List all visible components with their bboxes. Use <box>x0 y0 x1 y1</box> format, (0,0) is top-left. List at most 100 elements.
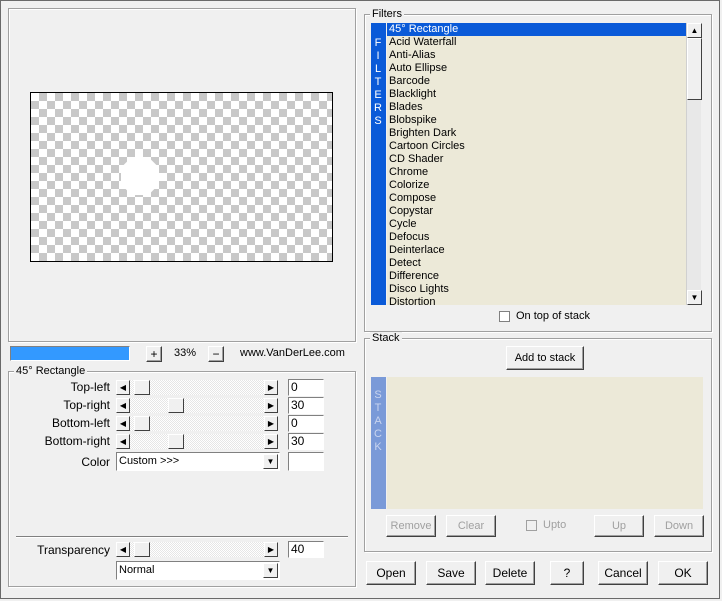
top-right-field[interactable]: 30 <box>288 397 324 414</box>
bottom-left-slider-thumb[interactable] <box>134 416 150 431</box>
preview-canvas[interactable] <box>30 92 333 262</box>
filter-list-item[interactable]: Anti-Alias <box>387 49 686 62</box>
top-right-right-arrow-icon[interactable]: ▶ <box>264 398 278 413</box>
bottom-left-right-arrow-icon[interactable]: ▶ <box>264 416 278 431</box>
top-left-slider-track[interactable] <box>130 380 264 395</box>
filter-list-item[interactable]: Disco Lights <box>387 283 686 296</box>
upto-label: Upto <box>543 519 567 531</box>
bottom-right-label: Bottom-right <box>44 434 110 448</box>
transparency-field[interactable]: 40 <box>288 541 324 558</box>
top-right-left-arrow-icon[interactable]: ◀ <box>116 398 130 413</box>
scroll-down-arrow-icon[interactable]: ▼ <box>687 290 702 305</box>
down-button[interactable]: Down <box>654 515 704 537</box>
top-right-label: Top-right <box>63 398 110 412</box>
on-top-label: On top of stack <box>516 310 590 322</box>
parameters-group-title: 45° Rectangle <box>14 365 88 377</box>
progress-bar <box>10 346 130 361</box>
filters-scrollbar[interactable]: ▲ ▼ <box>686 23 702 305</box>
transparency-track[interactable] <box>130 542 264 557</box>
filter-list-item[interactable]: Distortion <box>387 296 686 305</box>
bottom-left-left-arrow-icon[interactable]: ◀ <box>116 416 130 431</box>
filter-list-item[interactable]: Auto Ellipse <box>387 62 686 75</box>
top-left-field[interactable]: 0 <box>288 379 324 396</box>
bottom-right-right-arrow-icon[interactable]: ▶ <box>264 434 278 449</box>
stack-side-letter: T <box>374 402 382 414</box>
transparency-thumb[interactable] <box>134 542 150 557</box>
scroll-thumb[interactable] <box>687 38 702 100</box>
save-button[interactable]: Save <box>426 561 476 585</box>
color-select-value: Custom >>> <box>119 455 180 467</box>
filter-list-item[interactable]: Deinterlace <box>387 244 686 257</box>
bottom-left-label: Bottom-left <box>51 416 110 430</box>
filter-list-item[interactable]: Colorize <box>387 179 686 192</box>
filter-list-item[interactable]: Copystar <box>387 205 686 218</box>
top-right-slider-track[interactable] <box>130 398 264 413</box>
divider <box>16 536 348 538</box>
delete-button[interactable]: Delete <box>485 561 535 585</box>
bottom-right-slider-thumb[interactable] <box>168 434 184 449</box>
color-label: Color <box>81 455 110 469</box>
filters-side-letter: L <box>374 63 382 75</box>
filters-side-letter: I <box>376 50 380 62</box>
bottom-right-left-arrow-icon[interactable]: ◀ <box>116 434 130 449</box>
stack-side-letter: A <box>374 415 382 427</box>
website-link[interactable]: www.VanDerLee.com <box>240 347 345 359</box>
filter-list-item[interactable]: Cycle <box>387 218 686 231</box>
filter-list-item[interactable]: CD Shader <box>387 153 686 166</box>
top-left-label: Top-left <box>70 380 110 394</box>
clear-button[interactable]: Clear <box>446 515 496 537</box>
transparency-left-arrow-icon[interactable]: ◀ <box>116 542 130 557</box>
top-left-slider-thumb[interactable] <box>134 380 150 395</box>
filter-list-item[interactable]: Defocus <box>387 231 686 244</box>
filter-list-item[interactable]: Blacklight <box>387 88 686 101</box>
filter-list-item[interactable]: Blades <box>387 101 686 114</box>
zoom-in-button[interactable]: + <box>146 346 162 362</box>
open-button[interactable]: Open <box>366 561 416 585</box>
stack-group-title: Stack <box>370 332 402 344</box>
stack-list[interactable] <box>387 377 703 509</box>
filter-list-item[interactable]: Brighten Dark <box>387 127 686 140</box>
filter-list-item[interactable]: Detect <box>387 257 686 270</box>
ok-button[interactable]: OK <box>658 561 708 585</box>
chevron-down-icon[interactable]: ▼ <box>263 563 278 578</box>
filters-side-letter: F <box>374 37 382 49</box>
transparency-label: Transparency <box>37 543 110 557</box>
transparency-right-arrow-icon[interactable]: ▶ <box>264 542 278 557</box>
filters-side-letter: T <box>374 76 382 88</box>
filters-side-letter: R <box>374 102 382 114</box>
help-button[interactable]: ? <box>550 561 584 585</box>
add-to-stack-button[interactable]: Add to stack <box>506 346 584 370</box>
filters-list[interactable]: 45° Rectangle Acid Waterfall Anti-Alias Aut… <box>387 23 686 305</box>
stack-side-letter: S <box>374 389 382 401</box>
bottom-left-slider-track[interactable] <box>130 416 264 431</box>
top-left-left-arrow-icon[interactable]: ◀ <box>116 380 130 395</box>
stack-side-letter: K <box>374 441 382 453</box>
zoom-out-button[interactable]: − <box>208 346 224 362</box>
filter-list-item[interactable]: Cartoon Circles <box>387 140 686 153</box>
cancel-button[interactable]: Cancel <box>598 561 648 585</box>
filter-list-item[interactable]: Blobspike <box>387 114 686 127</box>
bottom-left-field[interactable]: 0 <box>288 415 324 432</box>
filters-group-title: Filters <box>370 8 404 20</box>
remove-button[interactable]: Remove <box>386 515 436 537</box>
preview-shape <box>121 157 159 195</box>
on-top-checkbox[interactable] <box>499 311 510 322</box>
scroll-up-arrow-icon[interactable]: ▲ <box>687 23 702 38</box>
top-right-slider-thumb[interactable] <box>168 398 184 413</box>
top-left-right-arrow-icon[interactable]: ▶ <box>264 380 278 395</box>
bottom-right-slider-track[interactable] <box>130 434 264 449</box>
bottom-right-field[interactable]: 30 <box>288 433 324 450</box>
filter-list-item[interactable]: Difference <box>387 270 686 283</box>
blend-mode-value: Normal <box>119 564 155 576</box>
filter-list-item[interactable]: 45° Rectangle <box>387 23 686 36</box>
filter-list-item[interactable]: Compose <box>387 192 686 205</box>
filter-list-item[interactable]: Acid Waterfall <box>387 36 686 49</box>
color-swatch[interactable] <box>288 452 324 471</box>
chevron-down-icon[interactable]: ▼ <box>263 454 278 469</box>
upto-checkbox[interactable] <box>526 520 537 531</box>
filter-list-item[interactable]: Chrome <box>387 166 686 179</box>
color-select[interactable]: Custom >>> ▼ <box>116 452 280 471</box>
blend-mode-select[interactable]: Normal ▼ <box>116 561 280 580</box>
up-button[interactable]: Up <box>594 515 644 537</box>
filter-list-item[interactable]: Barcode <box>387 75 686 88</box>
